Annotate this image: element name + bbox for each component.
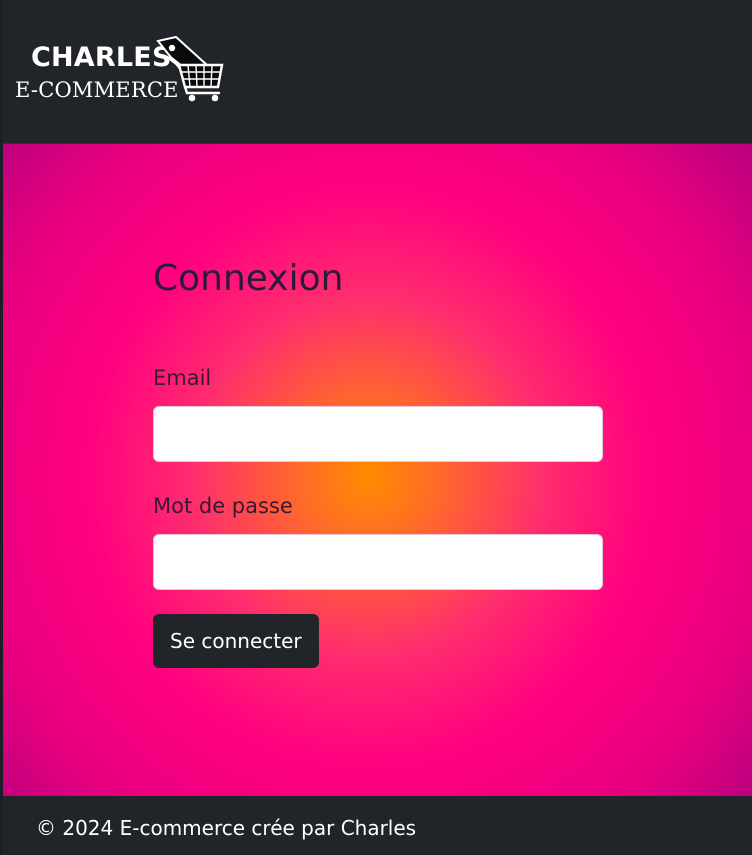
login-button[interactable]: Se connecter [153, 614, 319, 668]
password-label: Mot de passe [153, 494, 293, 518]
page: CHARLES E-COMMERCE Connexion Email Mot d… [0, 0, 752, 855]
footer: © 2024 E-commerce crée par Charles [0, 796, 752, 855]
email-label: Email [153, 366, 212, 390]
email-field[interactable] [153, 406, 603, 462]
shopping-cart-icon [156, 35, 224, 102]
password-field[interactable] [153, 534, 603, 590]
login-section: Connexion Email Mot de passe Se connecte… [0, 144, 752, 796]
page-title: Connexion [153, 258, 344, 299]
left-edge [0, 0, 3, 855]
logo-brand-name: CHARLES [31, 42, 172, 73]
footer-copyright: © 2024 E-commerce crée par Charles [36, 816, 417, 840]
navbar: CHARLES E-COMMERCE [0, 0, 752, 144]
brand-logo[interactable]: CHARLES E-COMMERCE [14, 34, 229, 106]
